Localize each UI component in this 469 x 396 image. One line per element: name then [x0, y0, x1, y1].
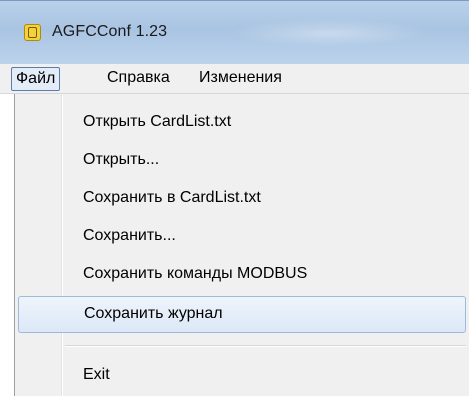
menu-help[interactable]: Справка [103, 67, 174, 91]
menu-item-label: Сохранить журнал [84, 305, 223, 322]
menu-separator [65, 345, 466, 347]
menu-item-open[interactable]: Открыть... [15, 142, 468, 179]
menu-item-label: Exit [83, 366, 110, 383]
file-menu-dropdown: Открыть CardList.txt Открыть... Сохранит… [14, 94, 469, 396]
menu-item-label: Сохранить команды MODBUS [83, 265, 308, 282]
menu-item-save-modbus-commands[interactable]: Сохранить команды MODBUS [15, 256, 468, 293]
menu-item-exit[interactable]: Exit [15, 357, 468, 394]
menu-item-save-log[interactable]: Сохранить журнал [18, 296, 466, 333]
menu-item-open-cardlist[interactable]: Открыть CardList.txt [15, 104, 468, 141]
menu-item-label: Сохранить... [83, 227, 176, 244]
window-title: AGFCConf 1.23 [52, 23, 168, 40]
menu-file[interactable]: Файл [11, 67, 61, 91]
app-logo-icon[interactable] [24, 24, 41, 41]
menu-item-label: Сохранить в CardList.txt [83, 189, 261, 206]
menu-item-save-to-cardlist[interactable]: Сохранить в CardList.txt [15, 180, 468, 217]
app-window: AGFCConf 1.23 Файл Справка Изменения Отк… [0, 0, 469, 396]
menu-bar: Файл Справка Изменения [0, 64, 469, 94]
menu-item-save-as[interactable]: Сохранить... [15, 218, 468, 255]
menu-item-label: Открыть... [83, 151, 160, 168]
title-bar[interactable]: AGFCConf 1.23 [0, 0, 469, 64]
menu-changes[interactable]: Изменения [195, 67, 286, 91]
menu-item-label: Открыть CardList.txt [83, 113, 232, 130]
